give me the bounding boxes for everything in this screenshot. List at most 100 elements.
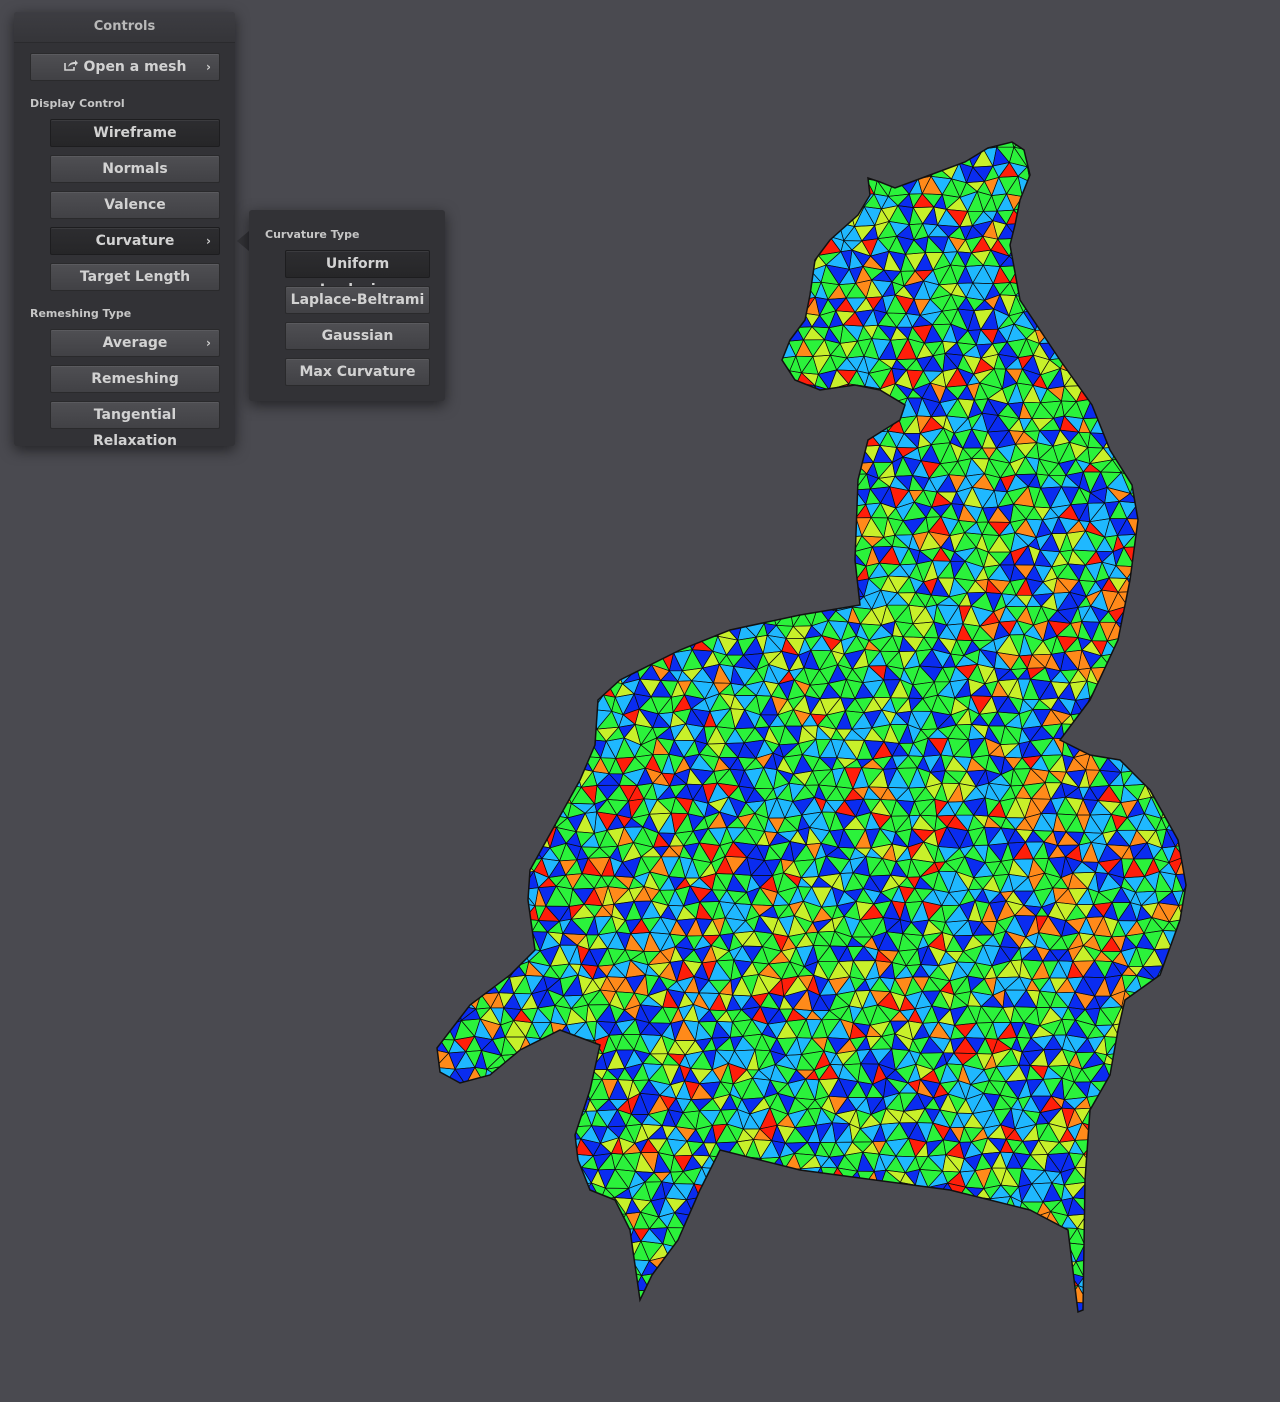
mesh-face bbox=[631, 211, 651, 225]
mesh-face bbox=[1161, 294, 1178, 315]
mesh-face bbox=[566, 753, 585, 768]
mesh-face bbox=[1142, 619, 1159, 641]
mesh-face bbox=[1107, 739, 1126, 759]
mesh-face bbox=[513, 800, 534, 817]
mesh-face bbox=[826, 492, 847, 508]
mesh-face bbox=[839, 489, 856, 508]
mesh-face bbox=[437, 789, 446, 802]
mesh-face bbox=[549, 487, 570, 506]
mesh-face bbox=[477, 241, 499, 256]
mesh-face bbox=[756, 519, 770, 536]
mesh-face bbox=[710, 564, 726, 580]
mesh-face bbox=[1188, 730, 1201, 741]
mesh-face bbox=[728, 339, 747, 360]
mesh-face bbox=[725, 429, 742, 447]
mesh-face bbox=[628, 224, 644, 239]
mesh-face bbox=[498, 665, 513, 681]
mesh-face bbox=[491, 428, 505, 449]
mesh-face bbox=[554, 489, 575, 506]
mesh-face bbox=[568, 418, 581, 433]
mesh-face bbox=[1167, 768, 1186, 783]
mesh-face bbox=[556, 142, 573, 153]
mesh-face bbox=[471, 386, 492, 403]
mesh-face bbox=[728, 472, 747, 488]
mesh-face bbox=[489, 264, 508, 280]
mesh-face bbox=[692, 546, 711, 568]
mesh-face bbox=[437, 753, 454, 775]
mesh-face bbox=[569, 561, 584, 579]
mesh-face bbox=[770, 398, 787, 413]
mesh-face bbox=[445, 206, 465, 225]
mesh-face bbox=[1171, 206, 1185, 223]
mesh-face bbox=[1178, 399, 1186, 419]
mesh-face bbox=[565, 339, 583, 356]
mesh-face bbox=[474, 443, 492, 461]
mesh-face bbox=[505, 590, 523, 612]
mesh-face bbox=[1184, 637, 1186, 652]
mesh-face bbox=[620, 575, 634, 592]
mesh-face bbox=[737, 339, 756, 360]
mesh-face bbox=[457, 269, 471, 282]
mesh-face bbox=[585, 487, 604, 507]
mesh-face bbox=[737, 487, 753, 504]
mesh-face bbox=[446, 813, 466, 832]
mesh-face bbox=[1068, 176, 1083, 191]
mesh-face bbox=[577, 608, 590, 625]
mesh-face bbox=[599, 429, 615, 445]
mesh-face bbox=[632, 373, 649, 388]
mesh-face bbox=[457, 886, 473, 907]
mesh-face bbox=[1189, 162, 1204, 182]
mesh-face bbox=[491, 163, 504, 183]
mesh-face bbox=[1061, 723, 1075, 739]
mesh-face bbox=[659, 619, 675, 638]
mesh-face bbox=[641, 476, 657, 489]
mesh-face bbox=[490, 142, 504, 153]
mesh-face bbox=[861, 403, 883, 418]
mesh-face bbox=[656, 355, 680, 371]
mesh-face bbox=[1102, 708, 1119, 724]
mesh-face bbox=[477, 253, 499, 270]
mesh-face bbox=[557, 297, 571, 316]
mesh-face bbox=[491, 445, 505, 460]
mesh-face bbox=[650, 223, 672, 236]
mesh-face bbox=[813, 506, 827, 519]
mesh-face bbox=[560, 548, 578, 562]
mesh-face bbox=[516, 682, 530, 696]
mesh-face bbox=[534, 590, 548, 611]
mesh-face bbox=[1202, 400, 1221, 416]
mesh-face bbox=[525, 210, 541, 222]
mesh-face bbox=[682, 442, 702, 463]
mesh-face bbox=[709, 206, 725, 226]
mesh-face bbox=[789, 504, 807, 521]
mesh-face bbox=[1206, 472, 1223, 489]
mesh-face bbox=[1117, 285, 1134, 298]
mesh-face bbox=[1058, 209, 1074, 224]
mesh-face bbox=[1127, 591, 1146, 609]
mesh-face bbox=[735, 241, 756, 255]
mesh-face bbox=[447, 876, 461, 889]
mesh-face bbox=[650, 575, 665, 594]
mesh-face bbox=[497, 152, 517, 166]
mesh-face bbox=[1073, 253, 1093, 268]
mesh-face bbox=[916, 142, 932, 150]
mesh-face bbox=[1160, 727, 1179, 744]
mesh-face bbox=[798, 176, 814, 197]
mesh-face bbox=[617, 236, 635, 251]
mesh-face bbox=[780, 383, 797, 398]
mesh-face bbox=[1091, 385, 1108, 402]
mesh-face bbox=[529, 324, 549, 343]
mesh-face bbox=[529, 267, 550, 285]
mesh-face bbox=[752, 222, 774, 241]
mesh-face bbox=[711, 309, 725, 331]
mesh-face bbox=[566, 163, 586, 180]
mesh-face bbox=[632, 358, 649, 374]
mesh-face bbox=[614, 325, 636, 342]
mesh-face bbox=[1125, 741, 1146, 759]
mesh-face bbox=[711, 283, 728, 296]
mesh-face bbox=[567, 546, 586, 562]
mesh-face bbox=[631, 309, 651, 330]
mesh-face bbox=[606, 339, 627, 360]
mesh-face bbox=[483, 665, 499, 680]
mesh-face bbox=[769, 281, 786, 297]
mesh-face bbox=[444, 609, 465, 622]
